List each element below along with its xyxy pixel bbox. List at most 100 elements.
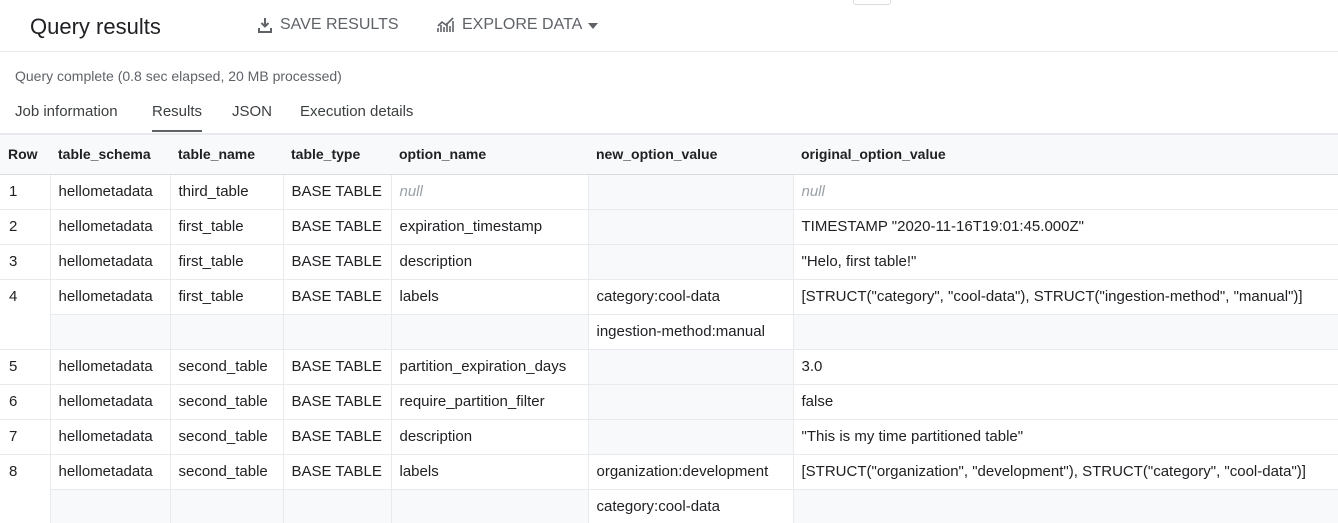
row-number-cell: 6 [0, 384, 50, 420]
table-row: 1 hellometadata third_table BASE TABLE null n… [0, 174, 1338, 210]
row-number-cell: 5 [0, 349, 50, 385]
row-number-cell: 7 [0, 419, 50, 455]
cell-table-type: BASE TABLE [282, 384, 391, 420]
table-row: 3 hellometadata first_table BASE TABLE descr… [0, 244, 1338, 280]
cell-new-option-value [587, 384, 793, 420]
results-tabs: Job information Results JSON Execution d… [0, 96, 1338, 132]
table-row: 6 hellometadata second_table BASE TABLE requ… [0, 384, 1338, 420]
cell-table-type-empty [282, 314, 391, 350]
row-number-cell: 1 [0, 174, 50, 210]
cell-original-option-value: TIMESTAMP "2020-11-16T19:01:45.000Z" [792, 209, 1338, 245]
cell-new-option-value: category:cool-data [587, 489, 793, 523]
row-number-cell: 4 [0, 279, 50, 350]
tab-results[interactable]: Results [152, 103, 203, 132]
cell-original-option-value-empty [792, 489, 1338, 523]
cell-option-name: null [390, 174, 588, 210]
table-row: 5 hellometadata second_table BASE TABLE part… [0, 349, 1338, 385]
cell-original-option-value: "This is my time partitioned table" [792, 419, 1338, 455]
cell-table-type: BASE TABLE [282, 454, 391, 490]
column-header-table-name: table_name [170, 133, 283, 175]
explore-data-button[interactable]: EXPLORE DATA [437, 16, 582, 34]
column-header-original-option-value: original_option_value [793, 133, 1338, 175]
cell-original-option-value: [STRUCT("category", "cool-data"), STRUCT… [792, 279, 1338, 315]
cell-original-option-value: false [792, 384, 1338, 420]
save-results-label: SAVE RESULTS [280, 16, 399, 33]
cell-new-option-value [587, 349, 793, 385]
cell-new-option-value [587, 174, 793, 210]
cell-original-option-value: [STRUCT("organization", "development"), … [792, 454, 1338, 490]
cell-table-schema-empty [49, 314, 170, 350]
cell-option-name-empty [390, 314, 588, 350]
table-row: 7 hellometadata second_table BASE TABLE desc… [0, 419, 1338, 455]
cell-option-name: expiration_timestamp [390, 209, 588, 245]
cell-new-option-value: organization:development [587, 454, 793, 490]
cell-table-name: third_table [169, 174, 283, 210]
cell-table-schema: hellometadata [49, 454, 170, 490]
toolbar-divider [0, 51, 1338, 52]
cell-table-schema-empty [49, 489, 170, 523]
cell-table-schema: hellometadata [49, 209, 170, 245]
column-header-new-option-value: new_option_value [588, 133, 793, 175]
table-row-repeated: category:cool-data [0, 489, 1338, 523]
tab-job-information[interactable]: Job information [15, 103, 118, 132]
cell-option-name: partition_expiration_days [390, 349, 588, 385]
cell-table-name: first_table [169, 209, 283, 245]
cell-original-option-value: "Helo, first table!" [792, 244, 1338, 280]
tab-execution-details[interactable]: Execution details [300, 103, 413, 132]
table-row: 2 hellometadata first_table BASE TABLE expir… [0, 209, 1338, 245]
cell-table-name-empty [169, 314, 283, 350]
table-body: 1 hellometadata third_table BASE TABLE null n… [0, 174, 1338, 523]
cell-table-type: BASE TABLE [282, 244, 391, 280]
table-header-row: Row table_schema table_name table_type o… [0, 133, 1338, 175]
cell-table-type: BASE TABLE [282, 209, 391, 245]
cell-table-type: BASE TABLE [282, 419, 391, 455]
page-title: Query results [30, 14, 161, 39]
query-status: Query complete (0.8 sec elapsed, 20 MB p… [15, 68, 342, 84]
cell-original-option-value: 3.0 [792, 349, 1338, 385]
cell-table-schema: hellometadata [49, 174, 170, 210]
table-row: 4 hellometadata first_table BASE TABLE label… [0, 279, 1338, 350]
cell-new-option-value [587, 209, 793, 245]
column-header-table-schema: table_schema [50, 133, 170, 175]
caret-down-icon[interactable] [587, 22, 599, 30]
panel-resize-handle[interactable] [853, 0, 891, 5]
table-row-repeated: ingestion-method:manual [0, 314, 1338, 350]
chart-icon [437, 17, 454, 32]
table-row: 8 hellometadata second_table BASE TABLE labe… [0, 454, 1338, 523]
cell-option-name: labels [390, 454, 588, 490]
cell-option-name-empty [390, 489, 588, 523]
cell-table-schema: hellometadata [49, 384, 170, 420]
cell-original-option-value: null [792, 174, 1338, 210]
cell-table-name: second_table [169, 454, 283, 490]
explore-data-label: EXPLORE DATA [462, 16, 583, 33]
row-number-cell: 2 [0, 209, 50, 245]
tab-json[interactable]: JSON [232, 103, 272, 132]
cell-table-name: second_table [169, 419, 283, 455]
cell-table-type: BASE TABLE [282, 349, 391, 385]
cell-table-type: BASE TABLE [282, 174, 391, 210]
cell-table-schema: hellometadata [49, 419, 170, 455]
cell-option-name: description [390, 419, 588, 455]
cell-table-type-empty [282, 489, 391, 523]
cell-option-name: labels [390, 279, 588, 315]
row-number-cell: 3 [0, 244, 50, 280]
column-header-option-name: option_name [391, 133, 588, 175]
cell-option-name: require_partition_filter [390, 384, 588, 420]
results-table: Row table_schema table_name table_type o… [0, 133, 1338, 523]
column-header-row: Row [0, 133, 50, 175]
save-results-button[interactable]: SAVE RESULTS [257, 16, 399, 34]
cell-table-name: first_table [169, 279, 283, 315]
cell-table-name: second_table [169, 349, 283, 385]
cell-table-name: first_table [169, 244, 283, 280]
cell-table-name: second_table [169, 384, 283, 420]
toolbar: Query results SAVE RESULTS EXPLORE DATA [0, 0, 1338, 52]
column-header-table-type: table_type [283, 133, 391, 175]
cell-table-type: BASE TABLE [282, 279, 391, 315]
cell-table-schema: hellometadata [49, 244, 170, 280]
cell-new-option-value [587, 244, 793, 280]
cell-original-option-value-empty [792, 314, 1338, 350]
cell-new-option-value: category:cool-data [587, 279, 793, 315]
cell-option-name: description [390, 244, 588, 280]
cell-table-schema: hellometadata [49, 349, 170, 385]
cell-table-name-empty [169, 489, 283, 523]
